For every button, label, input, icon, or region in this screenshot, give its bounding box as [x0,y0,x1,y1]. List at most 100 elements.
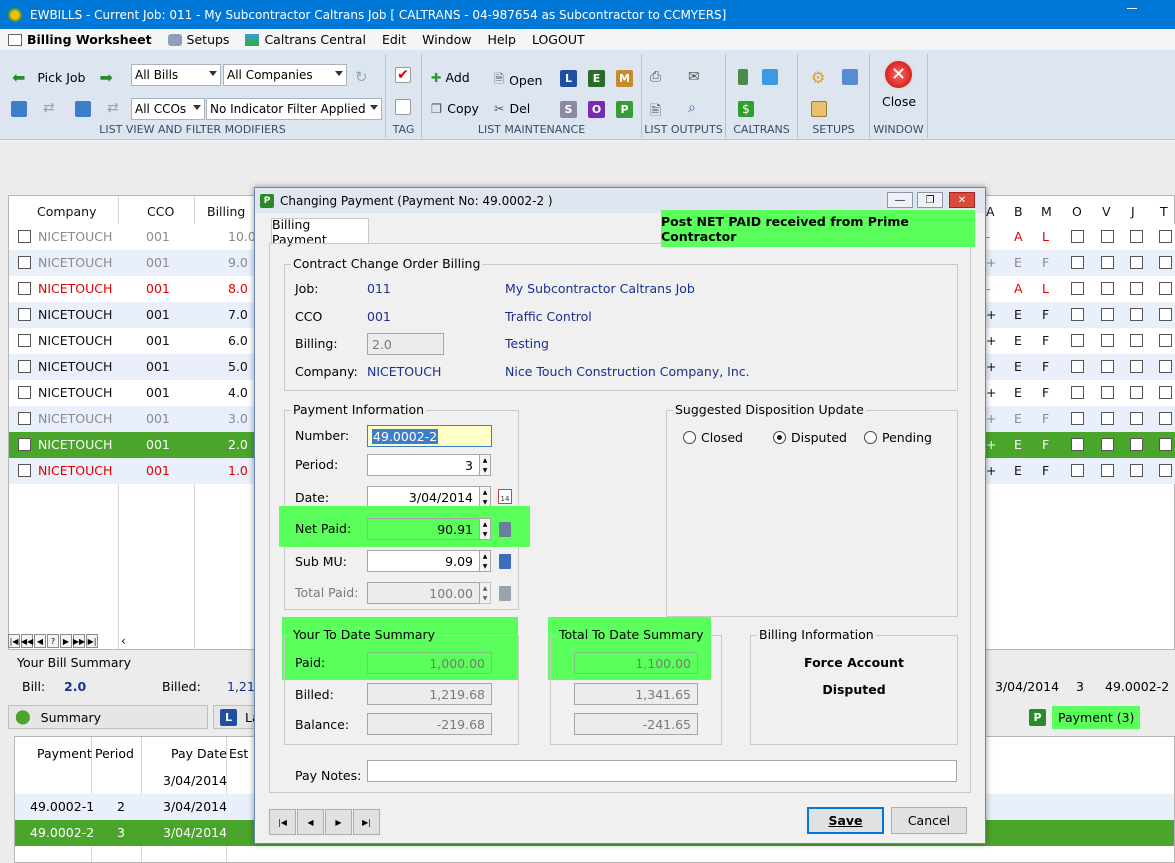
sync-alt-icon[interactable]: ⇄ [107,100,119,116]
l-view-icon[interactable]: L [560,70,577,87]
list-view-icon[interactable] [11,101,27,117]
flag-checkbox[interactable] [1130,360,1143,373]
dollar-icon[interactable]: $ [738,101,754,117]
next-fast-icon[interactable]: ▶▶ [73,634,85,648]
col-est-header[interactable]: Est [229,746,248,761]
disputed-label[interactable]: Disputed [791,430,847,445]
flag-checkbox[interactable] [1071,360,1084,373]
row-checkbox[interactable] [18,256,31,269]
flag-checkbox[interactable] [1159,464,1172,477]
flag-checkbox[interactable] [1101,438,1114,451]
col-period-header[interactable]: Period [95,746,134,761]
flag-checkbox[interactable] [1071,308,1084,321]
bills-filter-select[interactable]: All Bills [131,64,221,86]
email-icon[interactable]: ✉ [688,69,700,85]
report-icon[interactable]: 🖹 [650,100,661,124]
pending-label[interactable]: Pending [882,430,932,445]
menu-window[interactable]: Window [414,32,479,47]
m-view-icon[interactable]: M [616,70,633,87]
col-cco-header[interactable]: CCO [147,204,174,219]
dialog-maximize-button[interactable]: ❐ [917,192,943,208]
flag-checkbox[interactable] [1071,256,1084,269]
last-page-icon[interactable]: ▶| [86,634,98,648]
calculator-icon[interactable] [499,554,511,569]
flag-checkbox[interactable] [1071,464,1084,477]
delete-button[interactable]: ✂ Del [494,101,530,116]
flag-checkbox[interactable] [1159,412,1172,425]
flag-checkbox[interactable] [1159,386,1172,399]
flag-checkbox[interactable] [1101,334,1114,347]
e-view-icon[interactable]: E [588,70,605,87]
closed-radio[interactable] [683,431,696,444]
flag-checkbox[interactable] [1130,230,1143,243]
col-payment-header[interactable]: Payment [37,746,92,761]
row-checkbox[interactable] [18,386,31,399]
flag-checkbox[interactable] [1101,256,1114,269]
grid-view-icon[interactable] [75,101,91,117]
sync-icon[interactable]: ⇄ [43,100,55,116]
flag-checkbox[interactable] [1130,308,1143,321]
number-input[interactable]: 49.0002-2 [367,425,492,447]
pay-notes-input[interactable] [367,760,957,782]
save-button[interactable]: Save [807,807,884,834]
caltrans-tool-icon[interactable] [738,69,748,85]
search-icon[interactable]: ⌕ [688,100,696,116]
close-icon[interactable]: ✕ [883,59,914,90]
pick-job-button[interactable]: ⬅ Pick Job ➡ [12,68,113,87]
disputed-radio[interactable] [773,431,786,444]
calendar-icon[interactable]: 14 [498,489,512,504]
date-input[interactable]: 3/04/2014 [367,486,480,508]
menu-caltrans-central[interactable]: Caltrans Central [237,32,373,47]
flag-checkbox[interactable] [1071,386,1084,399]
flag-checkbox[interactable] [1071,334,1084,347]
row-checkbox[interactable] [18,360,31,373]
col-m-header[interactable]: M [1041,204,1052,219]
flag-checkbox[interactable] [1071,230,1084,243]
flag-checkbox[interactable] [1101,386,1114,399]
period-spinner[interactable]: ▲ ▼ [479,454,491,476]
flag-checkbox[interactable] [1101,412,1114,425]
flag-checkbox[interactable] [1159,308,1172,321]
menu-setups[interactable]: Setups [160,32,238,47]
last-record-icon[interactable]: ▶| [353,809,380,835]
cancel-button[interactable]: Cancel [891,807,967,834]
flag-checkbox[interactable] [1159,230,1172,243]
help-icon[interactable]: ? [47,634,59,648]
prev-fast-icon[interactable]: ◀◀ [21,634,33,648]
closed-label[interactable]: Closed [701,430,743,445]
row-checkbox[interactable] [18,282,31,295]
sub-mu-spinner[interactable]: ▲ ▼ [479,550,491,572]
col-t-header[interactable]: T [1160,204,1168,219]
col-j-header[interactable]: J [1131,204,1135,219]
flag-checkbox[interactable] [1130,464,1143,477]
flag-checkbox[interactable] [1130,256,1143,269]
add-button[interactable]: ✚ Add [431,70,470,85]
date-spinner[interactable]: ▲ ▼ [479,486,491,508]
col-paydate-header[interactable]: Pay Date [171,746,227,761]
flag-checkbox[interactable] [1159,438,1172,451]
col-a-header[interactable]: A [986,204,995,219]
caltrans-link-icon[interactable] [762,69,778,85]
next-record-icon[interactable]: ▶ [325,809,352,835]
indicator-filter-select[interactable]: No Indicator Filter Applied [206,98,382,120]
prev-page-icon[interactable]: ◀ [34,634,46,648]
s-view-icon[interactable]: S [560,101,577,118]
copy-button[interactable]: ❐ Copy [431,101,479,116]
row-checkbox[interactable] [18,334,31,347]
minimize-icon[interactable] [1127,8,1137,9]
refresh-icon[interactable]: ↻ [355,68,368,86]
row-checkbox[interactable] [18,438,31,451]
print-icon[interactable]: ⎙ [650,69,661,85]
flag-checkbox[interactable] [1159,282,1172,295]
tab-summary[interactable]: ⬤ Summary [8,705,208,729]
menu-logout[interactable]: LOGOUT [524,32,593,47]
row-checkbox[interactable] [18,412,31,425]
o-view-icon[interactable]: O [588,101,605,118]
first-page-icon[interactable]: |◀ [8,634,20,648]
open-button[interactable]: 🗎 Open [494,70,542,91]
flag-checkbox[interactable] [1159,256,1172,269]
flag-checkbox[interactable] [1101,360,1114,373]
dialog-close-button[interactable]: ✕ [949,192,975,208]
pending-radio[interactable] [864,431,877,444]
col-o-header[interactable]: O [1072,204,1082,219]
